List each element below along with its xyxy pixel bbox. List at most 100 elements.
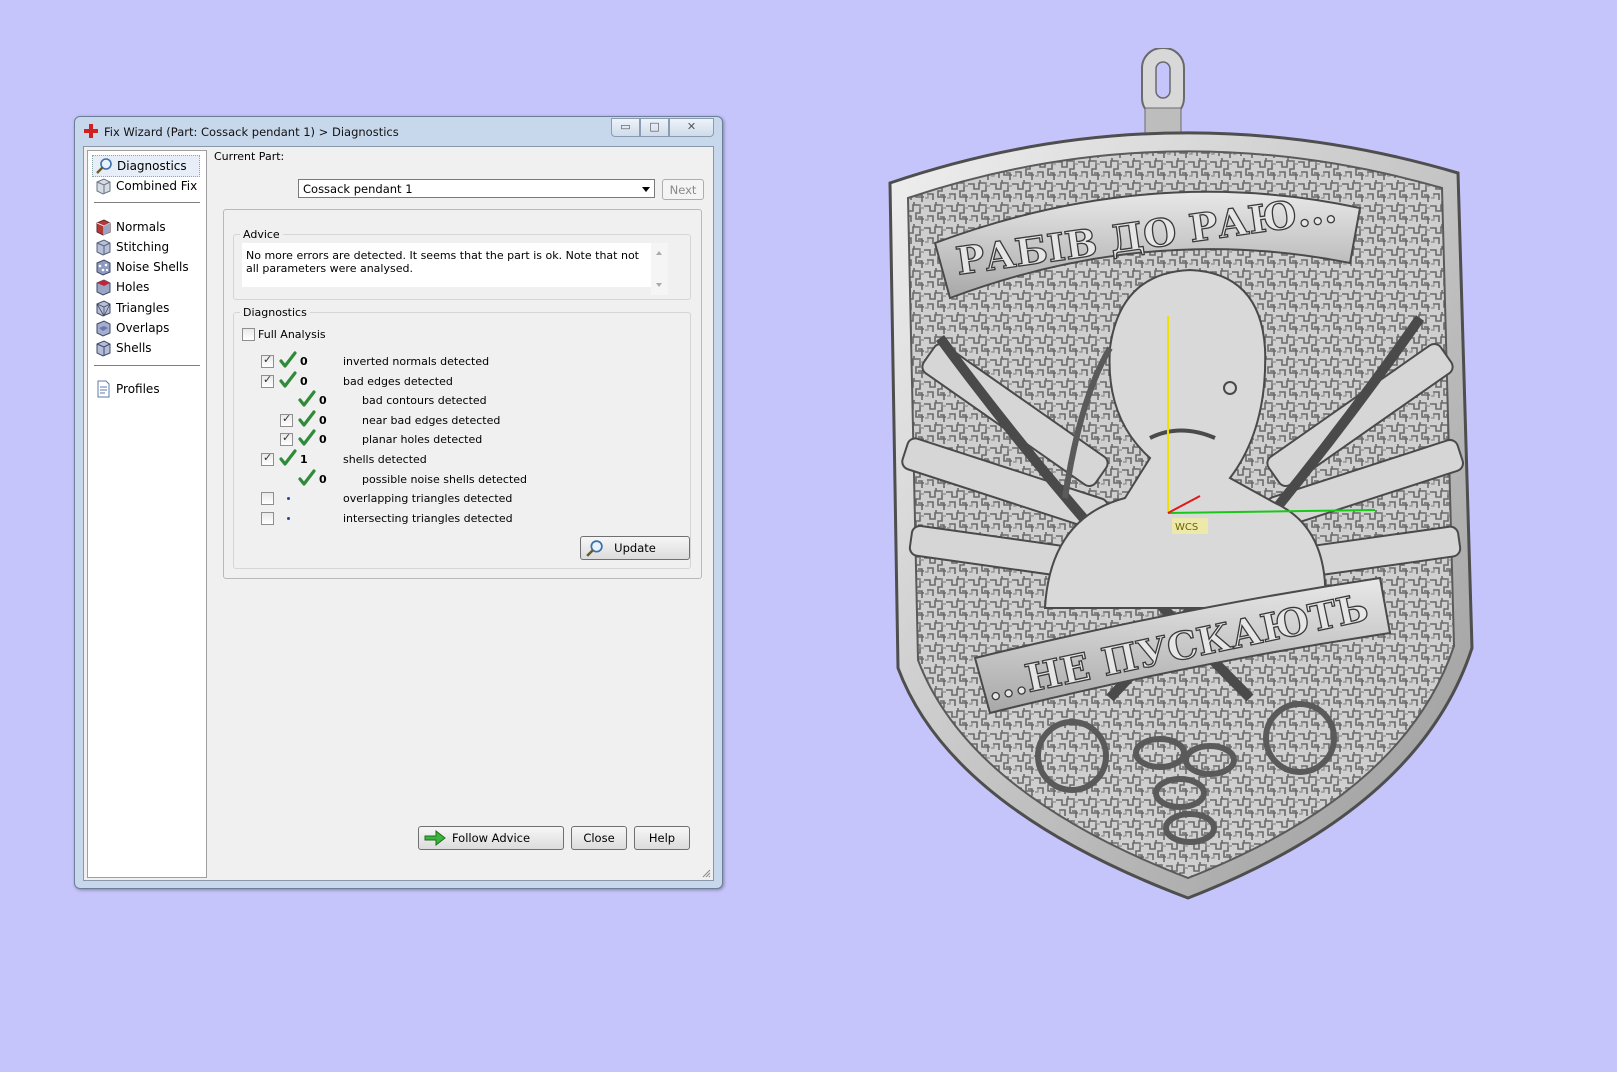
nav-item-profiles[interactable]: Profiles xyxy=(94,379,160,399)
normals-cube-icon xyxy=(96,219,111,236)
nav-item-noise-shells[interactable]: Noise Shells xyxy=(94,257,189,277)
green-check-icon xyxy=(279,351,297,369)
green-check-icon xyxy=(298,390,316,408)
advice-group: Advice No more errors are detected. It s… xyxy=(233,228,691,300)
row-label: bad edges detected xyxy=(343,374,453,388)
nav-item-combined-fix[interactable]: Combined Fix xyxy=(94,176,197,196)
maximize-button[interactable]: □ xyxy=(640,118,669,137)
row-label: shells detected xyxy=(343,453,427,466)
resize-grip-icon[interactable] xyxy=(701,868,711,878)
nav-separator xyxy=(94,202,200,203)
diagnostics-title: Diagnostics xyxy=(240,306,310,319)
pending-dot-icon xyxy=(287,516,290,520)
minimize-button[interactable]: ▭ xyxy=(611,118,640,137)
current-part-label: Current Part: xyxy=(214,150,285,163)
close-window-button[interactable]: ✕ xyxy=(669,118,714,137)
wizard-client-area: Diagnostics Combined Fix Normals Stitchi… xyxy=(83,146,714,881)
row-checkbox[interactable] xyxy=(261,451,274,466)
pending-dot-icon xyxy=(287,497,290,501)
row-count: 1 xyxy=(300,453,308,466)
row-checkbox[interactable] xyxy=(261,353,274,368)
row-label: near bad edges detected xyxy=(362,413,501,427)
wcs-label: WCS xyxy=(1175,522,1198,533)
green-check-icon xyxy=(279,449,297,467)
fix-wizard-window: Fix Wizard (Part: Cossack pendant 1) > D… xyxy=(74,116,723,889)
nav-label: Holes xyxy=(116,280,150,294)
row-count: 0 xyxy=(300,355,308,368)
row-count: 0 xyxy=(319,394,327,408)
update-button[interactable]: Update xyxy=(580,536,690,560)
row-label: planar holes detected xyxy=(362,433,483,447)
green-check-icon xyxy=(298,468,316,487)
green-arrow-icon xyxy=(424,830,446,846)
row-label: bad contours detected xyxy=(362,394,487,408)
title-bar[interactable]: Fix Wizard (Part: Cossack pendant 1) > D… xyxy=(75,117,722,145)
nav-separator xyxy=(94,365,200,366)
scroll-up-icon xyxy=(656,251,662,255)
row-checkbox[interactable] xyxy=(261,373,274,388)
row-checkbox[interactable] xyxy=(280,431,293,447)
row-count: 0 xyxy=(319,413,327,427)
pendant-3d-model[interactable]: РАБІВ ДО РАЮ... WCS ...НЕ ПУСКАЮТЬ xyxy=(880,48,1495,930)
row-label: inverted normals detected xyxy=(343,355,490,368)
advice-textbox[interactable]: No more errors are detected. It seems th… xyxy=(242,243,668,295)
nav-item-shells[interactable]: Shells xyxy=(94,338,152,358)
row-count: 0 xyxy=(300,374,308,388)
follow-advice-button[interactable]: Follow Advice xyxy=(418,826,564,850)
nav-label: Overlaps xyxy=(116,321,170,335)
full-analysis-label: Full Analysis xyxy=(258,328,326,341)
nav-label: Normals xyxy=(116,220,166,234)
nav-item-normals[interactable]: Normals xyxy=(94,217,166,237)
holes-cube-icon xyxy=(96,279,111,296)
noise-shells-icon xyxy=(96,259,111,276)
triangles-cube-icon xyxy=(96,300,111,317)
chevron-down-icon xyxy=(642,187,650,192)
window-title: Fix Wizard (Part: Cossack pendant 1) > D… xyxy=(104,125,399,139)
document-icon xyxy=(97,380,110,398)
nav-label: Combined Fix xyxy=(116,179,198,193)
diagnostics-panel: Advice No more errors are detected. It s… xyxy=(223,209,702,579)
next-button[interactable]: Next xyxy=(662,179,704,200)
shells-cube-icon xyxy=(96,340,111,357)
green-check-icon xyxy=(298,410,316,428)
nav-item-diagnostics[interactable]: Diagnostics xyxy=(92,155,200,177)
row-count: 0 xyxy=(319,433,327,447)
row-checkbox[interactable] xyxy=(280,412,293,427)
row-label: overlapping triangles detected xyxy=(343,492,513,506)
magnifier-icon xyxy=(586,540,603,557)
nav-label: Triangles xyxy=(116,301,170,315)
row-checkbox[interactable] xyxy=(261,492,274,506)
cube-icon xyxy=(96,178,111,195)
diagnostics-group: Diagnostics Full Analysis 0 inverted norm… xyxy=(233,306,691,569)
nav-item-stitching[interactable]: Stitching xyxy=(94,237,169,257)
advice-scrollbar[interactable] xyxy=(651,243,668,295)
advice-title: Advice xyxy=(240,228,283,241)
row-label: intersecting triangles detected xyxy=(343,511,513,525)
nav-label: Profiles xyxy=(116,382,160,396)
current-part-select[interactable]: Cossack pendant 1 xyxy=(298,179,655,198)
nav-label: Diagnostics xyxy=(117,159,187,173)
wizard-nav: Diagnostics Combined Fix Normals Stitchi… xyxy=(87,150,207,878)
overlaps-cube-icon xyxy=(96,320,111,337)
current-part-value: Cossack pendant 1 xyxy=(303,182,413,196)
nav-item-holes[interactable]: Holes xyxy=(94,277,149,297)
nav-label: Shells xyxy=(116,341,152,355)
magnifier-icon xyxy=(96,158,112,174)
red-cross-icon xyxy=(84,124,98,138)
row-checkbox[interactable] xyxy=(261,511,274,525)
advice-text: No more errors are detected. It seems th… xyxy=(246,249,639,275)
stitching-cube-icon xyxy=(96,239,111,256)
green-check-icon xyxy=(298,429,316,447)
nav-item-triangles[interactable]: Triangles xyxy=(94,298,169,318)
close-button[interactable]: Close xyxy=(571,826,627,850)
update-label: Update xyxy=(614,541,656,555)
green-check-icon xyxy=(279,370,297,389)
full-analysis-checkbox[interactable] xyxy=(242,328,255,341)
scroll-down-icon xyxy=(656,283,662,287)
nav-item-overlaps[interactable]: Overlaps xyxy=(94,318,169,338)
row-label: possible noise shells detected xyxy=(362,472,528,486)
nav-label: Stitching xyxy=(116,240,170,254)
help-button[interactable]: Help xyxy=(634,826,690,850)
follow-advice-label: Follow Advice xyxy=(451,831,531,845)
nav-label: Noise Shells xyxy=(116,260,189,274)
